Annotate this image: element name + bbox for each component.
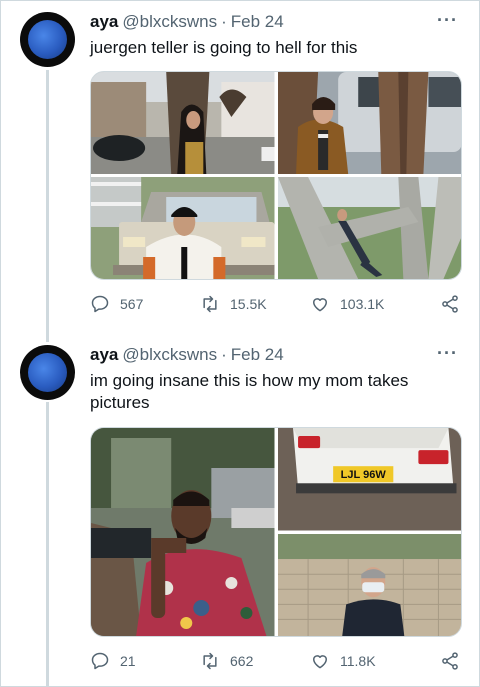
photo[interactable] bbox=[91, 72, 275, 174]
reply-count: 21 bbox=[120, 653, 136, 669]
author-name[interactable]: aya bbox=[90, 12, 118, 32]
photo[interactable]: LJL 96W bbox=[277, 428, 461, 531]
like-button[interactable]: 103.1K bbox=[310, 294, 440, 314]
like-count: 103.1K bbox=[340, 296, 385, 312]
tweet-text: juergen teller is going to hell for this bbox=[90, 38, 358, 57]
retweet-count: 662 bbox=[230, 653, 254, 669]
thread-line bbox=[46, 402, 49, 687]
heart-icon bbox=[313, 655, 327, 669]
avatar[interactable] bbox=[20, 12, 75, 67]
author-name[interactable]: aya bbox=[90, 345, 118, 365]
author-handle[interactable]: @blxckswns bbox=[122, 12, 217, 32]
share-icon bbox=[442, 652, 458, 670]
moon-icon bbox=[28, 20, 67, 59]
tweet-actions: 567 15.5K 103.1K bbox=[90, 294, 460, 314]
retweet-icon bbox=[203, 295, 217, 313]
tweet-header: aya @blxckswns · Feb 24 bbox=[90, 12, 284, 32]
media-grid bbox=[90, 71, 462, 280]
photo[interactable] bbox=[91, 177, 275, 279]
tweet-date[interactable]: Feb 24 bbox=[231, 345, 284, 365]
share-icon bbox=[442, 295, 458, 313]
moon-icon bbox=[28, 353, 67, 392]
heart-icon bbox=[313, 298, 327, 312]
tweet-actions: 21 662 11.8K bbox=[90, 651, 460, 671]
author-handle[interactable]: @blxckswns bbox=[122, 345, 217, 365]
tweet-header: aya @blxckswns · Feb 24 bbox=[90, 345, 284, 365]
reply-button[interactable]: 21 bbox=[90, 651, 200, 671]
tweet-date[interactable]: Feb 24 bbox=[231, 12, 284, 32]
license-plate: LJL 96W bbox=[340, 469, 386, 481]
media-grid: LJL 96W bbox=[90, 427, 462, 637]
retweet-button[interactable]: 662 bbox=[200, 651, 310, 671]
photo[interactable] bbox=[277, 72, 461, 174]
separator: · bbox=[221, 12, 227, 31]
photo[interactable] bbox=[277, 533, 461, 636]
photo[interactable] bbox=[91, 428, 275, 636]
like-button[interactable]: 11.8K bbox=[310, 651, 440, 671]
photo[interactable] bbox=[277, 177, 461, 279]
share-button[interactable] bbox=[440, 651, 460, 671]
more-icon[interactable]: ··· bbox=[437, 10, 458, 31]
reply-button[interactable]: 567 bbox=[90, 294, 200, 314]
retweet-button[interactable]: 15.5K bbox=[200, 294, 310, 314]
reply-icon bbox=[91, 652, 109, 670]
reply-count: 567 bbox=[120, 296, 144, 312]
thread-line bbox=[46, 70, 49, 342]
like-count: 11.8K bbox=[340, 653, 376, 669]
avatar[interactable] bbox=[20, 345, 75, 400]
more-icon[interactable]: ··· bbox=[437, 343, 458, 364]
reply-icon bbox=[91, 295, 109, 313]
share-button[interactable] bbox=[440, 294, 460, 314]
retweet-count: 15.5K bbox=[230, 296, 267, 312]
tweet-text: im going insane this is how my mom takes… bbox=[90, 371, 409, 412]
retweet-icon bbox=[203, 652, 217, 670]
separator: · bbox=[221, 345, 227, 364]
